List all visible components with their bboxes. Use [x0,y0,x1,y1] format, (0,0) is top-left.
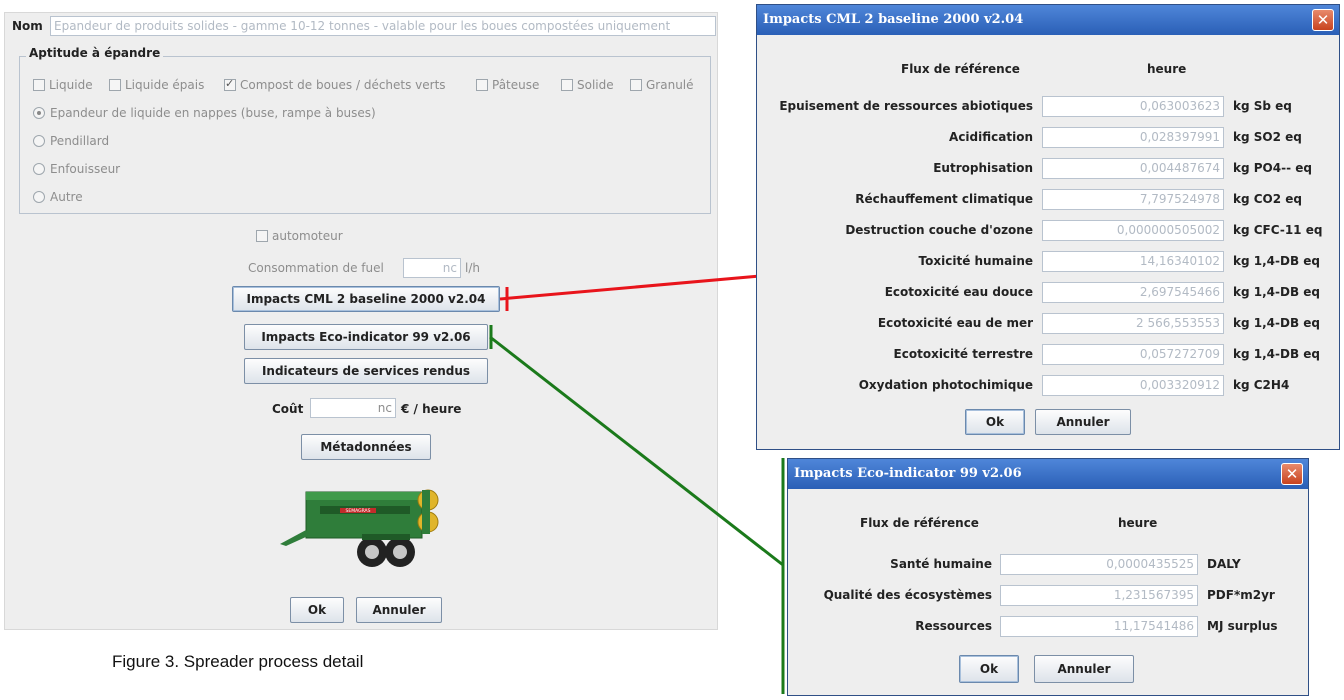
cml-cancel-button[interactable]: Annuler [1035,409,1131,435]
checkbox-solide[interactable]: Solide [561,78,614,92]
cml-row-value-field[interactable]: 14,16340102 [1042,251,1224,272]
fuel-unit: l/h [465,261,480,275]
cml-row-unit: kg 1,4-DB eq [1233,285,1320,299]
eco-row-unit: MJ surplus [1207,619,1278,633]
eco-row-value-field[interactable]: 0,0000435525 [1000,554,1198,575]
cml-row-value-field[interactable]: 7,797524978 [1042,189,1224,210]
checkbox-checked-icon [224,77,236,91]
cml-impacts-dialog: Impacts CML 2 baseline 2000 v2.04 ✕ Flux… [756,4,1340,450]
spreader-image: SEMAGRAS [280,489,439,567]
impacts-cml-button[interactable]: Impacts CML 2 baseline 2000 v2.04 [232,286,500,312]
cml-row-unit: kg Sb eq [1233,99,1292,113]
close-icon[interactable]: ✕ [1281,463,1303,485]
radio-autre[interactable]: Autre [33,190,83,204]
radio-enfouisseur[interactable]: Enfouisseur [33,162,120,176]
cml-row-unit: kg SO2 eq [1233,130,1302,144]
cml-row-label: Ecotoxicité eau de mer [877,316,1033,330]
cml-row-value-field[interactable]: 0,028397991 [1042,127,1224,148]
cml-row-label: Toxicité humaine [918,254,1033,268]
cml-row-value-field[interactable]: 0,003320912 [1042,375,1224,396]
radio-icon [33,191,45,203]
name-label: Nom [12,19,43,33]
eco-row-label: Qualité des écosystèmes [823,588,992,602]
cml-row-value-field[interactable]: 2 566,553553 [1042,313,1224,334]
cml-ok-button[interactable]: Ok [965,409,1025,435]
cost-label: Coût [272,402,304,416]
eco-header-unit: heure [1118,516,1158,530]
cml-row-value-field[interactable]: 2,697545466 [1042,282,1224,303]
figure-caption: Figure 3. Spreader process detail [112,652,364,671]
aptitude-title: Aptitude à épandre [26,46,164,60]
cml-row-unit: kg C2H4 [1233,378,1290,392]
checkbox-icon [561,79,573,91]
cml-row-label: Acidification [949,130,1033,144]
cml-header-unit: heure [1147,62,1187,76]
cost-unit: € / heure [401,402,462,416]
eco-cancel-button[interactable]: Annuler [1034,655,1134,683]
spreader-brand-text: SEMAGRAS [346,508,371,514]
checkbox-icon [33,79,45,91]
eco-header-label: Flux de référence [860,516,979,530]
cml-row-label: Epuisement de ressources abiotiques [779,99,1033,113]
eco-dialog-title: Impacts Eco-indicator 99 v2.06 [794,466,1022,481]
radio-selected-icon [33,107,45,119]
checkbox-icon [630,79,642,91]
cml-row-label: Ecotoxicité eau douce [884,285,1033,299]
radio-nappes[interactable]: Epandeur de liquide en nappes (buse, ram… [33,106,376,120]
cml-row-label: Réchauffement climatique [855,192,1033,206]
services-indicators-button[interactable]: Indicateurs de services rendus [244,358,488,384]
eco-row-unit: PDF*m2yr [1207,588,1275,602]
cml-row-value-field[interactable]: 0,057272709 [1042,344,1224,365]
cml-row-value-field[interactable]: 0,063003623 [1042,96,1224,117]
cml-dialog-titlebar: Impacts CML 2 baseline 2000 v2.04 [757,5,1339,35]
cml-row-unit: kg 1,4-DB eq [1233,347,1320,361]
checkbox-liquide[interactable]: Liquide [33,78,93,92]
name-field[interactable]: Epandeur de produits solides - gamme 10-… [50,16,716,36]
cml-header-label: Flux de référence [901,62,1020,76]
radio-icon [33,163,45,175]
eco-row-value-field[interactable]: 1,231567395 [1000,585,1198,606]
cml-row-unit: kg PO4-- eq [1233,161,1312,175]
fuel-input[interactable]: nc [403,258,461,278]
close-icon[interactable]: ✕ [1312,9,1334,31]
ok-button[interactable]: Ok [290,597,344,623]
checkbox-icon [476,79,488,91]
eco-row-unit: DALY [1207,557,1241,571]
eco-ok-button[interactable]: Ok [959,655,1019,683]
cml-row-value-field[interactable]: 0,000000505002 [1042,220,1224,241]
cml-row-value-field[interactable]: 0,004487674 [1042,158,1224,179]
checkbox-icon [256,230,268,242]
impacts-eco-indicator-button[interactable]: Impacts Eco-indicator 99 v2.06 [244,324,488,350]
fuel-label: Consommation de fuel [248,261,384,275]
checkbox-automoteur[interactable]: automoteur [256,229,343,243]
eco-indicator-dialog: Impacts Eco-indicator 99 v2.06 ✕ Flux de… [787,458,1309,696]
cml-row-label: Eutrophisation [933,161,1033,175]
cml-row-unit: kg CFC-11 eq [1233,223,1323,237]
cml-dialog-title: Impacts CML 2 baseline 2000 v2.04 [763,12,1024,27]
cml-row-label: Destruction couche d'ozone [845,223,1033,237]
cml-row-unit: kg 1,4-DB eq [1233,316,1320,330]
eco-row-label: Ressources [915,619,992,633]
checkbox-pateuse[interactable]: Pâteuse [476,78,539,92]
metadata-button[interactable]: Métadonnées [301,434,431,460]
cml-row-unit: kg CO2 eq [1233,192,1303,206]
cml-row-label: Oxydation photochimique [858,378,1033,392]
cml-row-unit: kg 1,4-DB eq [1233,254,1320,268]
checkbox-icon [109,79,121,91]
checkbox-compost[interactable]: Compost de boues / déchets verts [224,77,446,92]
eco-dialog-titlebar: Impacts Eco-indicator 99 v2.06 [788,459,1308,489]
cml-row-label: Ecotoxicité terrestre [893,347,1033,361]
eco-row-label: Santé humaine [890,557,992,571]
radio-pendillard[interactable]: Pendillard [33,134,109,148]
eco-row-value-field[interactable]: 11,17541486 [1000,616,1198,637]
checkbox-liquide-epais[interactable]: Liquide épais [109,78,204,92]
radio-icon [33,135,45,147]
checkbox-granule[interactable]: Granulé [630,78,694,92]
cancel-button[interactable]: Annuler [356,597,442,623]
cost-input[interactable]: nc [310,398,396,418]
